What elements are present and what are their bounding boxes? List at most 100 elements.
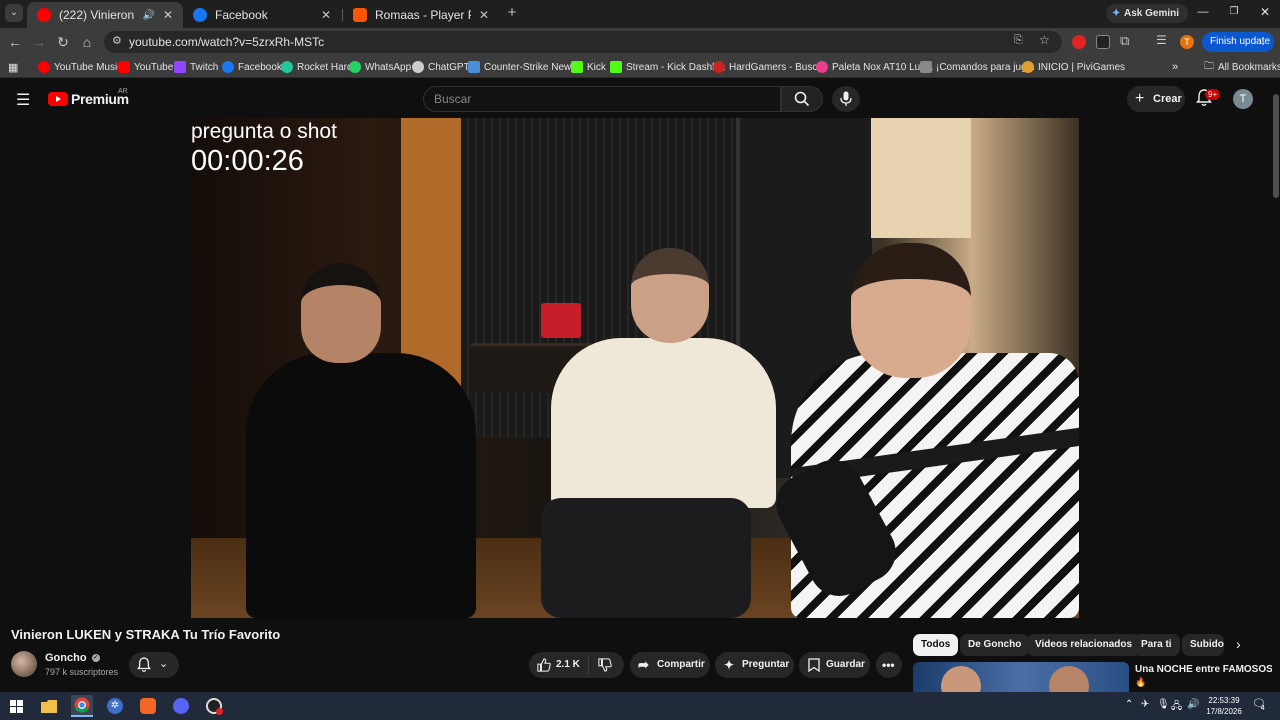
extension-icon[interactable] xyxy=(1096,35,1110,49)
restore-window-button[interactable]: ❐ xyxy=(1227,6,1241,17)
bookmark-youtube[interactable]: YouTube xyxy=(118,59,173,75)
site-info-icon[interactable]: ⚙ xyxy=(112,34,122,47)
verified-badge-icon: ✓ xyxy=(91,654,100,663)
channel-name[interactable]: Goncho ✓ xyxy=(45,652,100,664)
bookmark-label: ¡Comandos para jug... xyxy=(936,61,1035,73)
discord-icon[interactable] xyxy=(170,695,192,717)
close-window-button[interactable]: ✕ xyxy=(1258,5,1272,19)
reading-list-icon[interactable]: ☰ xyxy=(1156,33,1167,47)
apps-grid-icon[interactable]: ▦ xyxy=(8,59,18,75)
bookmark-twitch[interactable]: Twitch xyxy=(174,59,218,75)
create-label: Crear xyxy=(1153,93,1182,105)
ask-gemini-button[interactable]: ✦ Ask Gemini xyxy=(1106,4,1188,23)
bookmark-label: Counter-Strike New... xyxy=(484,61,580,73)
chip-de-goncho[interactable]: De Goncho xyxy=(960,634,1030,656)
bookmark-comandos[interactable]: ¡Comandos para jug... xyxy=(920,59,1035,75)
minimize-window-button[interactable]: — xyxy=(1196,6,1210,18)
chip-todos[interactable]: Todos xyxy=(913,634,959,656)
scrollbar-thumb[interactable] xyxy=(1273,94,1279,198)
tab-faceit[interactable]: Romaas - Player Profile - FACEI ✕ xyxy=(343,2,499,28)
tab-search-button[interactable]: ⌄ xyxy=(5,4,23,22)
bookmark-hardgamers[interactable]: HardGamers - Busc... xyxy=(713,59,826,75)
obs-recording-icon[interactable] xyxy=(203,695,225,717)
volume-icon[interactable]: 🔊 xyxy=(1187,699,1199,710)
tray-app-icon[interactable]: ✈ xyxy=(1141,699,1149,710)
channel-avatar[interactable] xyxy=(11,651,37,677)
bookmark-whatsapp[interactable]: WhatsApp xyxy=(349,59,411,75)
bookmark-label: All Bookmarks xyxy=(1218,61,1280,73)
close-tab-icon[interactable]: ✕ xyxy=(321,8,331,22)
notification-center-icon[interactable]: 🗨 4 xyxy=(1252,697,1270,713)
thumbnail-face xyxy=(941,666,981,692)
back-icon[interactable]: ← xyxy=(6,33,24,51)
install-app-icon[interactable]: ⎘ xyxy=(1014,34,1023,47)
address-bar[interactable]: ⚙ youtube.com/watch?v=5zrxRh-MSTc ⎘ ☆ xyxy=(104,31,1062,53)
thumbnail-face xyxy=(1049,666,1089,692)
forward-icon[interactable]: → xyxy=(30,33,48,51)
bookmark-star-icon[interactable]: ☆ xyxy=(1039,33,1050,47)
light-wall xyxy=(871,118,971,238)
more-actions-button[interactable]: ••• xyxy=(876,652,902,678)
extensions-puzzle-icon[interactable]: ⧉ xyxy=(1120,33,1129,49)
close-tab-icon[interactable]: ✕ xyxy=(163,8,173,22)
windows-start-icon[interactable] xyxy=(5,695,27,717)
profile-avatar[interactable]: T xyxy=(1180,35,1194,49)
bookmark-counter-strike[interactable]: Counter-Strike New... xyxy=(468,59,579,75)
file-explorer-icon[interactable] xyxy=(38,695,60,717)
bookmark-label: YouTube Music xyxy=(54,61,123,73)
voice-search-button[interactable] xyxy=(832,86,860,112)
new-tab-button[interactable]: + xyxy=(504,5,520,21)
network-icon[interactable]: 🖧 xyxy=(1171,699,1182,716)
chrome-taskbar-icon[interactable] xyxy=(71,695,93,717)
bookmark-youtube-music[interactable]: YouTube Music xyxy=(38,59,122,75)
close-tab-icon[interactable]: ✕ xyxy=(479,8,489,22)
subscription-bell-button[interactable]: ⌄ xyxy=(129,652,179,678)
faceit-favicon-icon xyxy=(353,8,367,22)
home-icon[interactable]: ⌂ xyxy=(78,33,96,51)
chips-next-chevron-icon[interactable]: › xyxy=(1236,636,1241,652)
search-button[interactable] xyxy=(781,86,823,112)
microphone-tray-icon[interactable]: 🎙 xyxy=(1157,699,1170,710)
bookmark-label: HardGamers - Busc... xyxy=(729,61,826,73)
chip-videos-relacionados[interactable]: Videos relacionados xyxy=(1027,634,1141,656)
bookmark-paleta-nox[interactable]: Paleta Nox AT10 Lux... xyxy=(816,59,934,75)
tab-facebook[interactable]: Facebook ✕ xyxy=(183,2,341,28)
create-button[interactable]: + Crear xyxy=(1127,86,1185,112)
chip-subidos[interactable]: Subidos xyxy=(1182,634,1224,656)
chip-para-ti[interactable]: Para ti xyxy=(1133,634,1180,656)
all-bookmarks-folder[interactable]: 🗀 All Bookmarks xyxy=(1204,59,1280,75)
taskbar-clock-time[interactable]: 22:53:39 xyxy=(1200,696,1248,705)
share-label: Compartir xyxy=(657,659,705,670)
settings-gear-icon[interactable]: ✲ xyxy=(104,695,126,717)
account-avatar[interactable]: T xyxy=(1233,89,1253,109)
search-input[interactable]: Buscar xyxy=(423,86,781,112)
bookmark-label: WhatsApp xyxy=(365,61,412,73)
extension-icon[interactable] xyxy=(1072,35,1086,49)
bookmark-rocket-hard[interactable]: Rocket Hard xyxy=(281,59,353,75)
youtube-premium-logo[interactable]: Premium AR xyxy=(48,88,129,108)
app-orange-icon[interactable] xyxy=(137,695,159,717)
bookmark-pivigames[interactable]: INICIO | PiviGames xyxy=(1022,59,1125,75)
share-button[interactable]: ➦ Compartir xyxy=(630,652,710,678)
reload-icon[interactable]: ↻ xyxy=(54,33,72,51)
system-tray-chevron-icon[interactable]: ⌃ xyxy=(1125,699,1133,710)
bookmark-facebook[interactable]: Facebook xyxy=(222,59,282,75)
tab-youtube[interactable]: (222) Vinieron LUKEN y STR 🔊 ✕ xyxy=(27,2,183,28)
finish-update-button[interactable]: Finish update ⋮ xyxy=(1202,32,1274,52)
bookmark-kick[interactable]: Kick xyxy=(571,59,606,75)
like-button[interactable]: 2.1 K xyxy=(529,652,584,678)
bookmark-kick-dashboard[interactable]: Stream - Kick Dashb... xyxy=(610,59,726,75)
video-player[interactable] xyxy=(191,118,1079,618)
bookmark-chatgpt[interactable]: ChatGPT xyxy=(412,59,470,75)
recommended-video-thumbnail[interactable] xyxy=(913,662,1129,692)
taskbar-clock-date[interactable]: 17/8/2026 xyxy=(1200,707,1248,716)
ask-gemini-label: Ask Gemini xyxy=(1124,8,1180,19)
dislike-button[interactable] xyxy=(590,652,624,678)
recommended-video-title[interactable]: Una NOCHE entre FAMOSOS xyxy=(1135,664,1273,675)
menu-hamburger-icon[interactable]: ☰ xyxy=(16,90,30,110)
thumbs-down-icon xyxy=(598,658,612,672)
audio-playing-icon[interactable]: 🔊 xyxy=(142,10,154,21)
save-button[interactable]: Guardar xyxy=(799,652,870,678)
ask-button[interactable]: ✦ Preguntar xyxy=(715,652,794,678)
more-bookmarks-chevron-icon[interactable]: » xyxy=(1172,59,1178,75)
